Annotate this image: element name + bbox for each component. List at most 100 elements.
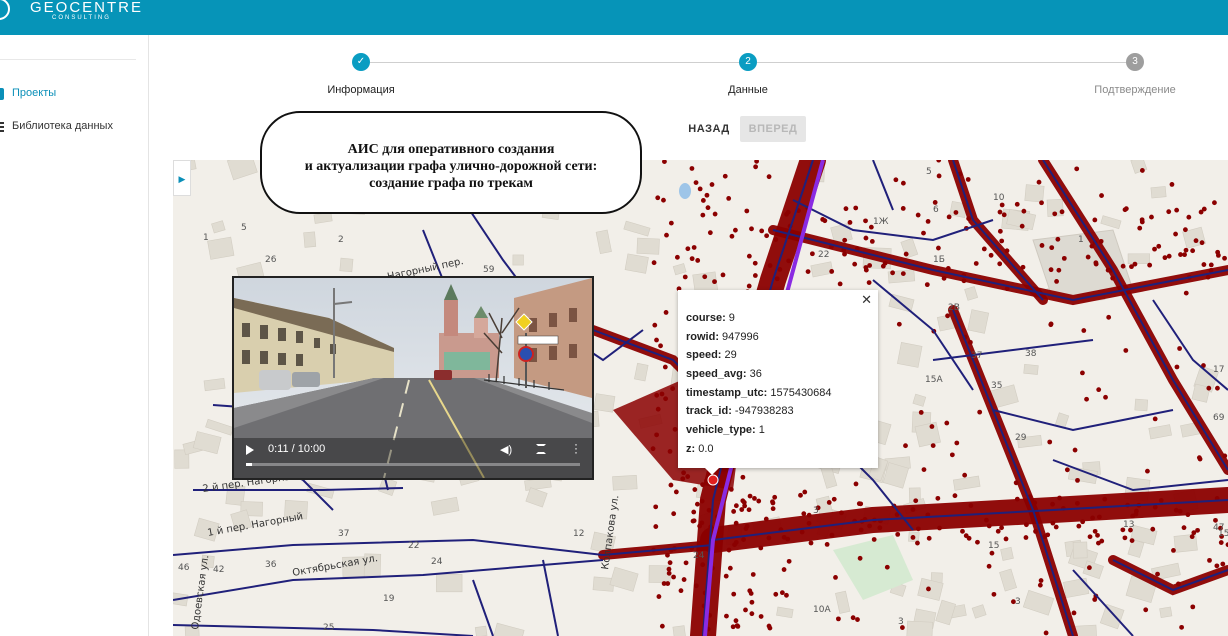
track-point xyxy=(926,586,931,592)
house-number-label: 3 xyxy=(898,617,904,627)
track-point xyxy=(900,180,906,186)
track-point xyxy=(863,265,869,270)
track-point xyxy=(1137,225,1143,231)
track-point xyxy=(863,235,869,241)
track-point xyxy=(702,274,708,280)
track-point xyxy=(1052,211,1058,217)
track-point xyxy=(1152,504,1158,510)
map-building xyxy=(1150,186,1167,199)
track-point xyxy=(709,182,715,187)
house-number-label: 22 xyxy=(818,250,829,260)
track-point xyxy=(1004,248,1010,254)
track-point xyxy=(1122,207,1128,213)
video-seek-bar[interactable] xyxy=(246,463,580,466)
track-point xyxy=(1039,243,1045,248)
map-building xyxy=(1072,541,1088,559)
track-point xyxy=(697,523,703,529)
attribute-key: vehicle_type: xyxy=(686,424,756,437)
track-point xyxy=(1023,522,1029,528)
layer-panel-toggle-icon[interactable]: ▶ xyxy=(173,160,191,196)
track-point xyxy=(773,591,779,597)
map-building xyxy=(474,625,488,636)
track-point xyxy=(977,409,983,415)
track-point xyxy=(671,574,676,580)
track-point xyxy=(727,565,733,571)
sidebar-item-projects[interactable]: Проекты xyxy=(0,82,149,106)
brand-name: GEOCENTRE xyxy=(30,0,144,16)
track-point xyxy=(915,526,921,532)
step-2-label[interactable]: Данные xyxy=(728,84,768,96)
house-number-label: 24 xyxy=(431,557,443,567)
track-point xyxy=(724,613,729,619)
track-point xyxy=(659,391,665,397)
track-point xyxy=(785,209,791,215)
house-number-label: 3 xyxy=(1015,597,1021,607)
track-point xyxy=(1133,511,1139,517)
track-point xyxy=(744,208,750,214)
map-building xyxy=(339,257,354,273)
track-point xyxy=(654,337,659,343)
track-point xyxy=(716,542,722,548)
house-number-label: 2 xyxy=(338,235,344,245)
next-button[interactable]: ВПЕРЕД xyxy=(740,116,806,142)
close-icon[interactable]: ✕ xyxy=(861,292,872,308)
step-1-check-icon[interactable]: ✓ xyxy=(352,53,370,71)
house-number-label: 1Ж xyxy=(873,217,889,227)
step-3-label[interactable]: Подтверждение xyxy=(1094,84,1175,96)
track-point xyxy=(918,410,924,415)
track-point xyxy=(707,230,713,236)
track-point xyxy=(1123,348,1129,353)
track-point xyxy=(729,233,735,239)
sidebar-item-data-library[interactable]: Библиотека данных xyxy=(0,115,149,139)
track-point xyxy=(1072,447,1078,453)
map-building xyxy=(906,620,934,636)
house-number-label: 1 xyxy=(203,233,209,243)
map-building xyxy=(624,253,649,274)
track-point xyxy=(681,577,687,582)
attribute-value: 36 xyxy=(746,368,762,381)
house-number-label: 12 xyxy=(573,529,584,539)
track-point xyxy=(667,560,673,566)
track-point xyxy=(704,192,710,198)
track-point xyxy=(717,531,723,537)
track-point xyxy=(752,273,758,278)
volume-icon[interactable]: ◀) xyxy=(500,443,512,456)
house-number-label: 25 xyxy=(323,623,334,633)
attribute-value: 1 xyxy=(755,424,765,437)
track-point xyxy=(733,227,738,233)
play-icon[interactable] xyxy=(246,445,254,455)
track-point xyxy=(1197,456,1203,462)
map-building xyxy=(612,474,638,491)
track-point xyxy=(1103,394,1108,400)
step-2-number[interactable]: 2 xyxy=(739,53,757,71)
track-point xyxy=(1061,255,1067,261)
track-point xyxy=(1183,290,1189,296)
attribute-value: 947996 xyxy=(719,330,759,343)
track-point xyxy=(758,614,764,619)
fullscreen-icon[interactable] xyxy=(536,444,546,454)
track-point xyxy=(1166,253,1172,259)
popup-attribute-row: rowid: 947996 xyxy=(686,331,832,350)
map-building xyxy=(1000,546,1014,561)
step-3-number[interactable]: 3 xyxy=(1126,53,1144,71)
track-point xyxy=(831,496,837,502)
track-point xyxy=(1190,248,1196,254)
track-point xyxy=(1212,200,1217,206)
more-options-icon[interactable]: · · · xyxy=(574,438,578,458)
popup-attribute-row: vehicle_type: 1 xyxy=(686,424,832,443)
track-point xyxy=(997,209,1003,215)
track-point xyxy=(773,237,779,242)
track-point xyxy=(683,560,689,566)
track-point xyxy=(806,512,812,518)
track-point xyxy=(801,511,807,517)
back-button[interactable]: НАЗАД xyxy=(683,116,735,142)
track-point xyxy=(652,322,658,328)
track-point xyxy=(1190,604,1196,610)
track-point xyxy=(784,592,789,598)
track-point xyxy=(858,501,864,507)
step-1-label[interactable]: Информация xyxy=(327,84,394,96)
house-number-label: 6 xyxy=(933,205,939,215)
track-point xyxy=(735,623,741,629)
dashcam-video-player[interactable]: 0:11 / 10:00 ◀) · · · xyxy=(232,276,594,480)
track-point xyxy=(731,591,737,597)
